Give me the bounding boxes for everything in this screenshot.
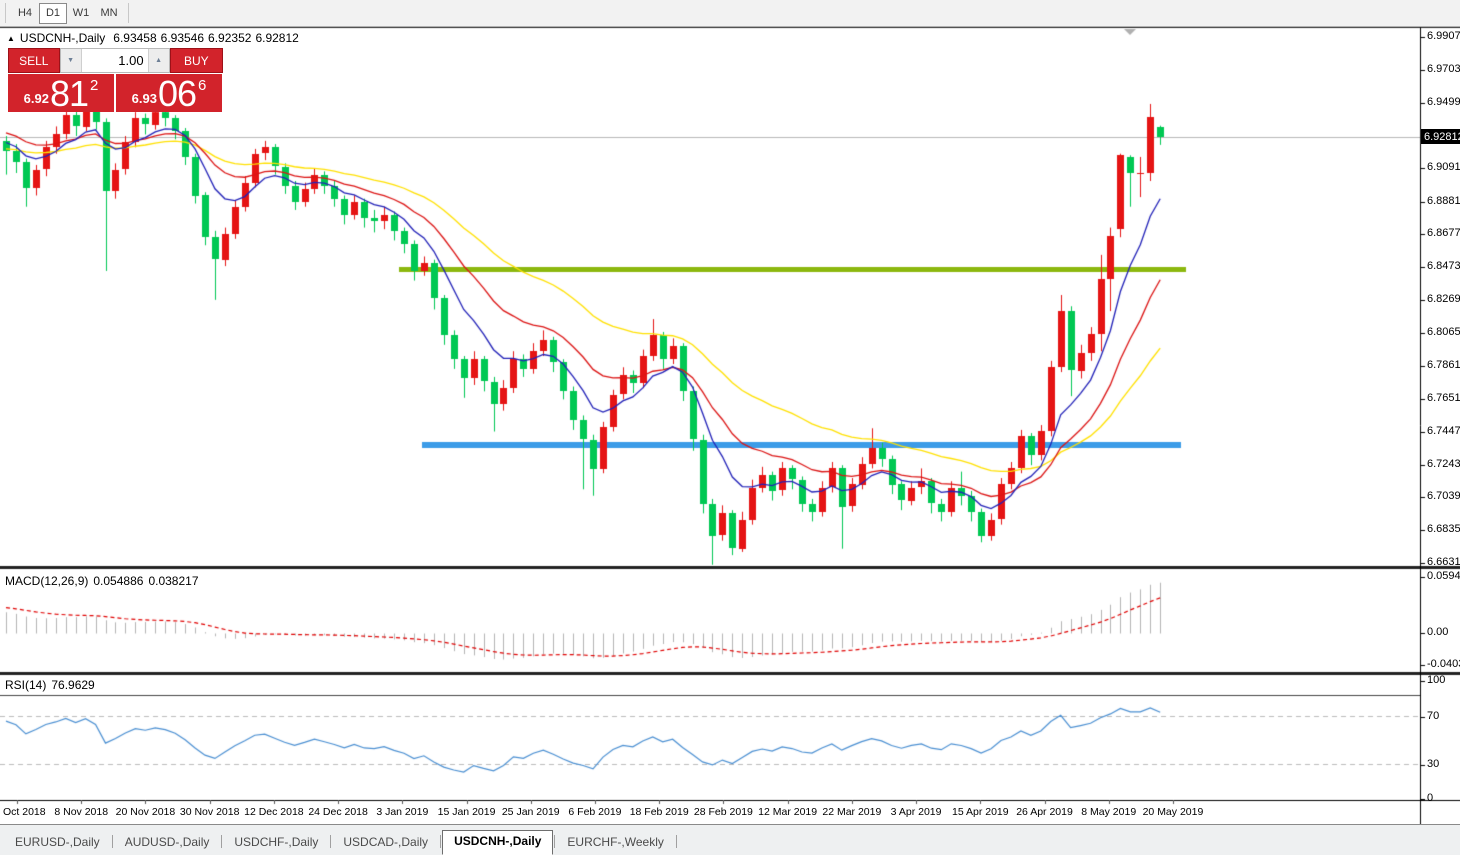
- timeframe-button-d1[interactable]: D1: [39, 2, 67, 24]
- current-price-badge: 6.92812: [1421, 129, 1460, 145]
- date-tick-label: 29 Oct 2018: [0, 806, 46, 818]
- price-tick-label: 6.78610: [1427, 358, 1460, 371]
- date-tick-label: 20 Nov 2018: [115, 806, 176, 818]
- symbol-name: USDCNH-,Daily: [19, 31, 106, 45]
- one-click-trading-panel: SELL ▼ 1.00 ▲ BUY 6.92 81 2 6.93 06 6: [8, 48, 223, 112]
- price-tick-label: 6.72430: [1427, 457, 1460, 470]
- sell-price-main: 81: [49, 73, 89, 114]
- toolbar-separator: [5, 3, 6, 23]
- rsi-value: 76.9629: [51, 678, 95, 692]
- rsi-axis-label: 0: [1427, 792, 1434, 804]
- timeframe-button-w1[interactable]: W1: [67, 3, 95, 24]
- buy-price-main: 06: [157, 73, 197, 114]
- macd-signal-value: 0.038217: [148, 574, 199, 588]
- date-tick-label: 30 Nov 2018: [179, 806, 240, 818]
- date-tick-label: 3 Jan 2019: [376, 806, 429, 818]
- ohlc-high: 6.93546: [160, 31, 205, 45]
- timeframe-button-mn[interactable]: MN: [95, 3, 123, 24]
- sell-price-button[interactable]: 6.92 81 2: [8, 74, 114, 112]
- chart-tab-usdchf-daily[interactable]: USDCHF-,Daily: [223, 832, 329, 853]
- rsi-axis-label: 100: [1427, 674, 1446, 686]
- macd-axis-label: 0.059422: [1427, 570, 1460, 582]
- date-tick-label: 20 May 2019: [1142, 806, 1204, 818]
- price-tick-label: 6.66310: [1427, 556, 1460, 568]
- price-tick-label: 6.82690: [1427, 293, 1460, 305]
- price-tick-label: 6.99070: [1427, 30, 1460, 42]
- buy-price-prefix: 6.93: [131, 91, 157, 106]
- tab-separator: [221, 835, 223, 848]
- sell-button[interactable]: SELL: [8, 48, 60, 73]
- buy-price-pip: 6: [198, 77, 207, 94]
- rsi-label: RSI(14) 76.9629: [5, 678, 100, 692]
- ohlc-close: 6.92812: [255, 31, 299, 45]
- tab-separator: [330, 835, 332, 848]
- date-tick-label: 15 Apr 2019: [951, 806, 1009, 818]
- date-tick-label: 18 Feb 2019: [629, 806, 689, 818]
- chart-tab-usdcad-daily[interactable]: USDCAD-,Daily: [332, 832, 439, 853]
- timeframe-buttons: H4 D1 W1 MN: [11, 2, 123, 24]
- chart-canvas[interactable]: [0, 0, 1460, 855]
- date-tick-label: 25 Jan 2019: [501, 806, 560, 818]
- macd-axis-label: -0.040371: [1427, 658, 1460, 670]
- price-tick-label: 6.74470: [1427, 424, 1460, 437]
- chart-tab-usdcnh-daily[interactable]: USDCNH-,Daily: [442, 830, 554, 855]
- volume-decrease-button[interactable]: ▼: [60, 49, 81, 72]
- price-tick-label: 6.86770: [1427, 227, 1460, 240]
- price-tick-label: 6.94990: [1427, 95, 1460, 108]
- date-tick-label: 28 Feb 2019: [693, 806, 753, 818]
- price-tick-label: 6.80650: [1427, 325, 1460, 338]
- rsi-axis-label: 70: [1427, 710, 1440, 722]
- volume-increase-button[interactable]: ▲: [148, 49, 169, 72]
- date-tick-label: 22 Mar 2019: [822, 806, 882, 818]
- price-tick-label: 6.76510: [1427, 392, 1460, 405]
- price-tick-label: 6.90910: [1427, 161, 1460, 174]
- rsi-axis-label: 30: [1427, 758, 1440, 770]
- price-tick-label: 6.68350: [1427, 523, 1460, 536]
- date-tick-label: 3 Apr 2019: [890, 806, 942, 818]
- ohlc-low: 6.92352: [208, 31, 252, 45]
- price-tick-label: 6.84730: [1427, 260, 1460, 273]
- tab-separator: [111, 835, 113, 848]
- date-tick-label: 26 Apr 2019: [1016, 806, 1073, 818]
- date-tick-label: 12 Mar 2019: [758, 806, 818, 818]
- date-tick-label: 8 Nov 2018: [54, 806, 109, 818]
- timeframe-toolbar: H4 D1 W1 MN: [0, 0, 1460, 27]
- volume-input[interactable]: 1.00: [80, 49, 149, 72]
- toolbar-separator: [128, 3, 129, 23]
- volume-control: ▼ 1.00 ▲: [59, 48, 170, 73]
- chart-tab-eurusd-daily[interactable]: EURUSD-,Daily: [4, 832, 111, 853]
- macd-name: MACD(12,26,9): [5, 574, 89, 588]
- macd-label: MACD(12,26,9) 0.054886 0.038217: [5, 574, 204, 588]
- trading-platform-window: H4 D1 W1 MN ▲ USDCNH-,Daily 6.93458 6.93546 6.9…: [0, 0, 1460, 855]
- date-tick-label: 8 May 2019: [1081, 806, 1137, 818]
- chart-tab-eurchf-weekly[interactable]: EURCHF-,Weekly: [556, 832, 674, 853]
- price-tick-label: 6.97030: [1427, 62, 1460, 75]
- chart-tab-audusd-daily[interactable]: AUDUSD-,Daily: [114, 832, 221, 853]
- volume-value: 1.00: [118, 53, 144, 68]
- timeframe-button-h4[interactable]: H4: [11, 3, 39, 24]
- date-tick-label: 6 Feb 2019: [568, 806, 622, 818]
- chart-title: ▲ USDCNH-,Daily 6.93458 6.93546 6.92352 6.928…: [7, 31, 303, 45]
- buy-price-button[interactable]: 6.93 06 6: [116, 74, 222, 112]
- sell-price-pip: 2: [90, 77, 99, 94]
- date-tick-label: 12 Dec 2018: [244, 806, 304, 818]
- macd-axis-label: 0.00: [1427, 626, 1449, 638]
- date-tick-label: 24 Dec 2018: [308, 806, 368, 818]
- tab-separator: [675, 835, 677, 848]
- tab-separator: [554, 835, 556, 848]
- collapse-panel-icon[interactable]: ▲: [7, 34, 15, 43]
- rsi-name: RSI(14): [5, 678, 47, 692]
- tab-separator: [440, 835, 442, 848]
- chart-tabs-bar: EURUSD-,Daily AUDUSD-,Daily USDCHF-,Daily U…: [0, 824, 1460, 855]
- sell-price-prefix: 6.92: [23, 91, 49, 106]
- ohlc-open: 6.93458: [113, 31, 157, 45]
- buy-button[interactable]: BUY: [169, 48, 223, 73]
- date-tick-label: 15 Jan 2019: [437, 806, 496, 818]
- price-tick-label: 6.70390: [1427, 490, 1460, 503]
- price-tick-label: 6.88810: [1427, 194, 1460, 207]
- macd-main-value: 0.054886: [93, 574, 144, 588]
